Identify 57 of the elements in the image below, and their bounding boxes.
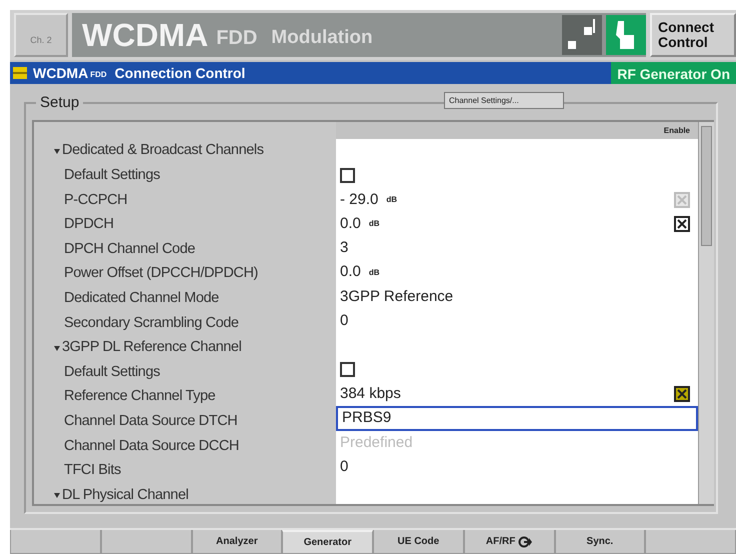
unit-label: dB <box>386 194 398 206</box>
mode-label: Modulation <box>271 26 373 50</box>
app-title: WCDMA <box>82 16 208 55</box>
panel-title-suffix: FDD <box>90 68 107 80</box>
tab[interactable]: Generator <box>282 530 373 554</box>
expand-arrow-icon[interactable] <box>54 148 60 154</box>
antenna-icon[interactable] <box>562 15 602 55</box>
app-suffix: FDD <box>216 26 258 51</box>
panel-icon <box>13 67 27 79</box>
unit-label: dB <box>368 218 380 230</box>
checkbox[interactable] <box>340 362 355 378</box>
setting-value[interactable]: 0 <box>340 456 348 479</box>
setting-value[interactable]: 0.0 <box>340 261 361 284</box>
tab[interactable]: UE Code <box>373 530 464 554</box>
unit-label: dB <box>368 266 380 279</box>
setting-value[interactable]: 0 <box>340 310 348 333</box>
expand-arrow-icon[interactable] <box>54 346 60 351</box>
setting-value[interactable]: 3 <box>340 237 348 260</box>
enable-checkbox[interactable] <box>674 216 690 232</box>
status-label: RF Generator On <box>611 62 736 84</box>
connect-control-button[interactable]: Connect Control <box>650 13 736 57</box>
scrollbar[interactable] <box>698 122 714 504</box>
channel-settings-button[interactable]: Channel Settings/... <box>444 92 564 109</box>
value-field[interactable]: PRBS9 <box>336 406 698 432</box>
tree-node[interactable]: 3GPP DL Reference Channel <box>34 336 336 360</box>
tab[interactable]: AF/RF <box>464 530 554 554</box>
setting-label: Dedicated Channel Mode <box>63 288 220 308</box>
setting-label: Reference Channel Type <box>63 387 216 406</box>
checkbox[interactable] <box>340 168 355 183</box>
tree-node[interactable]: DL Physical Channel <box>34 483 336 508</box>
setting-label: DPCH Channel Code <box>63 240 196 259</box>
tab[interactable]: Sync. <box>554 530 646 554</box>
setting-label: Power Offset (DPCCH/DPDCH) <box>63 264 259 284</box>
tree-node[interactable]: Dedicated & Broadcast Channels <box>34 139 336 164</box>
expand-arrow-icon[interactable] <box>54 493 60 498</box>
section-label: 3GPP DL Reference Channel <box>62 338 242 358</box>
panel-subtitle: Connection Control <box>114 64 246 82</box>
tab[interactable]: Analyzer <box>192 530 282 554</box>
setting-label: Default Settings <box>63 166 161 186</box>
setting-label: DPDCH <box>63 215 115 234</box>
setting-label: Channel Data Source DTCH <box>63 412 238 431</box>
section-label: DL Physical Channel <box>62 486 188 505</box>
section-label: Dedicated & Broadcast Channels <box>62 141 264 160</box>
setting-value[interactable]: 384 kbps <box>340 383 401 406</box>
hand-icon[interactable] <box>606 15 646 55</box>
setting-label: Secondary Scrambling Code <box>63 314 240 333</box>
setting-label: Channel Data Source DCCH <box>63 436 240 456</box>
enable-checkbox[interactable] <box>674 386 690 402</box>
setting-value[interactable]: 3GPP Reference <box>340 286 454 308</box>
scrollbar-thumb[interactable] <box>701 126 712 246</box>
setting-label: TFCI Bits <box>63 461 122 480</box>
setting-label: P-CCPCH <box>63 190 128 210</box>
panel-title: WCDMA <box>33 64 88 82</box>
setting-value[interactable]: - 29.0 <box>340 188 378 212</box>
enable-header: Enable <box>336 122 698 139</box>
setting-value[interactable]: 0.0 <box>340 212 361 236</box>
setting-label: Default Settings <box>63 362 161 382</box>
